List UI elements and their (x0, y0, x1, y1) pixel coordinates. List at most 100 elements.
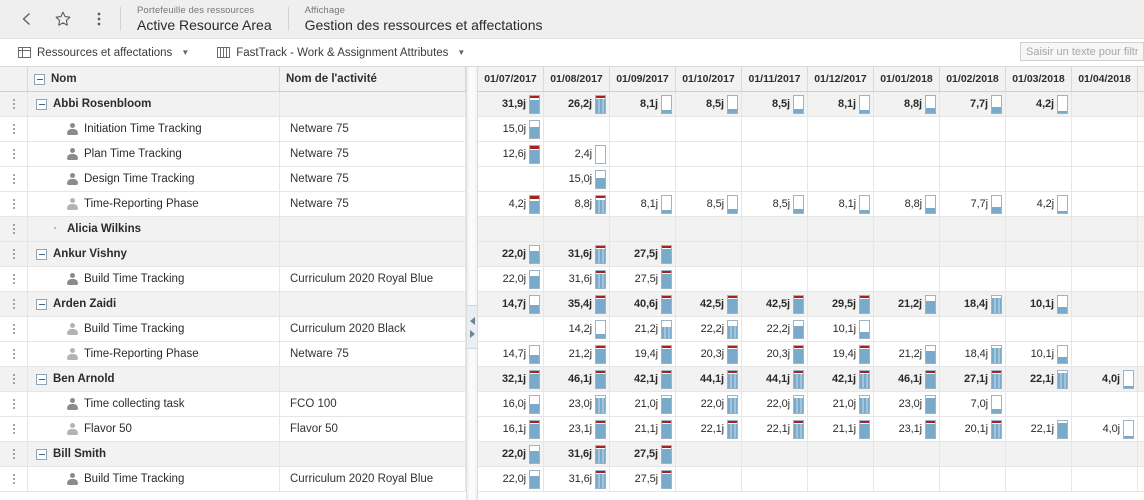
period-value-cell[interactable] (874, 167, 940, 191)
row-drag-handle[interactable] (0, 117, 28, 141)
column-header-date[interactable]: 01/09/2017 (610, 67, 676, 91)
period-value-cell[interactable] (874, 442, 940, 466)
period-value-cell[interactable]: 22,2j (742, 317, 808, 341)
period-value-cell[interactable] (1072, 117, 1138, 141)
column-header-date[interactable]: 01/08/2017 (544, 67, 610, 91)
table-row[interactable]: Time-Reporting Phase Netware 75 (0, 192, 466, 217)
period-value-cell[interactable] (1006, 242, 1072, 266)
column-header-date[interactable]: 01/12/2017 (808, 67, 874, 91)
period-value-cell[interactable] (1072, 267, 1138, 291)
period-value-cell[interactable] (940, 217, 1006, 241)
period-value-cell[interactable] (808, 467, 874, 491)
period-value-cell[interactable] (610, 142, 676, 166)
period-value-cell[interactable] (1072, 167, 1138, 191)
period-value-cell[interactable] (742, 242, 808, 266)
period-value-cell[interactable] (940, 167, 1006, 191)
period-value-cell[interactable] (1072, 392, 1138, 416)
period-value-cell[interactable]: 14,7j (478, 342, 544, 366)
period-value-cell[interactable] (478, 167, 544, 191)
arrow-right-icon[interactable] (469, 329, 475, 338)
period-value-cell[interactable] (940, 317, 1006, 341)
period-value-cell[interactable] (478, 217, 544, 241)
table-row[interactable]: Initiation Time Tracking Netware 75 (0, 117, 466, 142)
period-value-cell[interactable] (1072, 142, 1138, 166)
period-value-cell[interactable] (676, 267, 742, 291)
arrow-left-icon[interactable] (469, 316, 475, 325)
period-value-cell[interactable]: 8,5j (676, 192, 742, 216)
period-value-cell[interactable] (874, 317, 940, 341)
column-header-date[interactable]: 01/07/2017 (478, 67, 544, 91)
period-value-cell[interactable] (610, 117, 676, 141)
period-value-cell[interactable]: 23,0j (874, 392, 940, 416)
period-value-cell[interactable] (742, 142, 808, 166)
period-value-cell[interactable] (1072, 292, 1138, 316)
activity-name-cell[interactable]: Netware 75 (280, 142, 466, 166)
period-value-cell[interactable] (874, 142, 940, 166)
row-drag-handle[interactable] (0, 92, 28, 116)
period-value-cell[interactable]: 46,1j (544, 367, 610, 391)
assignment-name-cell[interactable]: Initiation Time Tracking (28, 117, 280, 141)
resource-name-cell[interactable]: · Alicia Wilkins (28, 217, 280, 241)
period-value-cell[interactable] (742, 442, 808, 466)
period-value-cell[interactable]: 22,0j (478, 267, 544, 291)
pane-splitter[interactable] (466, 67, 478, 500)
table-row[interactable]: · Alicia Wilkins (0, 217, 466, 242)
period-value-cell[interactable] (1006, 467, 1072, 491)
activity-name-cell[interactable]: Netware 75 (280, 117, 466, 141)
table-row-values[interactable]: 31,9j 26,2j 8,1j 8,5j 8,5j 8,1j 8,8j 7,7j 4,2j (478, 92, 1144, 117)
assignment-name-cell[interactable]: Time collecting task (28, 392, 280, 416)
period-value-cell[interactable]: 44,1j (676, 367, 742, 391)
period-value-cell[interactable]: 7,7j (940, 92, 1006, 116)
period-value-cell[interactable]: 21,2j (544, 342, 610, 366)
period-value-cell[interactable] (742, 167, 808, 191)
period-value-cell[interactable]: 4,2j (1006, 192, 1072, 216)
period-value-cell[interactable] (1072, 242, 1138, 266)
resource-name-cell[interactable]: Ben Arnold (28, 367, 280, 391)
collapse-icon[interactable] (36, 448, 47, 460)
table-row[interactable]: Time-Reporting Phase Netware 75 (0, 342, 466, 367)
column-header-date[interactable]: 01/03/2018 (1006, 67, 1072, 91)
period-value-cell[interactable]: 12,6j (478, 142, 544, 166)
period-value-cell[interactable]: 8,8j (544, 192, 610, 216)
period-value-cell[interactable] (874, 117, 940, 141)
collapse-icon[interactable] (36, 298, 47, 310)
period-value-cell[interactable] (1006, 442, 1072, 466)
table-row[interactable]: Time collecting task FCO 100 (0, 392, 466, 417)
period-value-cell[interactable] (610, 217, 676, 241)
period-value-cell[interactable]: 35,4j (544, 292, 610, 316)
period-value-cell[interactable]: 31,6j (544, 442, 610, 466)
period-value-cell[interactable]: 42,5j (676, 292, 742, 316)
period-value-cell[interactable]: 21,2j (610, 317, 676, 341)
period-value-cell[interactable] (808, 167, 874, 191)
period-value-cell[interactable]: 27,5j (610, 267, 676, 291)
period-value-cell[interactable] (676, 242, 742, 266)
period-value-cell[interactable] (874, 267, 940, 291)
period-value-cell[interactable]: 10,1j (1006, 342, 1072, 366)
table-row-values[interactable]: 22,0j 31,6j 27,5j (478, 267, 1144, 292)
period-value-cell[interactable]: 22,1j (676, 417, 742, 441)
activity-name-cell[interactable]: Netware 75 (280, 167, 466, 191)
period-value-cell[interactable]: 14,2j (544, 317, 610, 341)
period-value-cell[interactable]: 7,0j (940, 392, 1006, 416)
period-value-cell[interactable] (544, 217, 610, 241)
row-drag-handle[interactable] (0, 442, 28, 466)
period-value-cell[interactable] (1006, 142, 1072, 166)
period-value-cell[interactable]: 44,1j (742, 367, 808, 391)
period-value-cell[interactable] (676, 167, 742, 191)
period-value-cell[interactable] (874, 242, 940, 266)
period-value-cell[interactable] (940, 142, 1006, 166)
period-value-cell[interactable]: 16,0j (478, 392, 544, 416)
resource-name-cell[interactable]: Bill Smith (28, 442, 280, 466)
period-value-cell[interactable] (676, 217, 742, 241)
table-row[interactable]: Plan Time Tracking Netware 75 (0, 142, 466, 167)
activity-name-cell[interactable] (280, 442, 466, 466)
period-value-cell[interactable]: 27,5j (610, 242, 676, 266)
filter-input[interactable] (1020, 42, 1144, 61)
activity-name-cell[interactable]: Curriculum 2020 Royal Blue (280, 267, 466, 291)
period-value-cell[interactable]: 4,2j (1006, 92, 1072, 116)
table-row-values[interactable]: 32,1j 46,1j 42,1j 44,1j 44,1j 42,1j 46,1j 27,1j… (478, 367, 1144, 392)
table-row[interactable]: Abbi Rosenbloom (0, 92, 466, 117)
period-value-cell[interactable]: 19,4j (610, 342, 676, 366)
period-value-cell[interactable]: 22,1j (1006, 367, 1072, 391)
period-value-cell[interactable]: 31,6j (544, 467, 610, 491)
